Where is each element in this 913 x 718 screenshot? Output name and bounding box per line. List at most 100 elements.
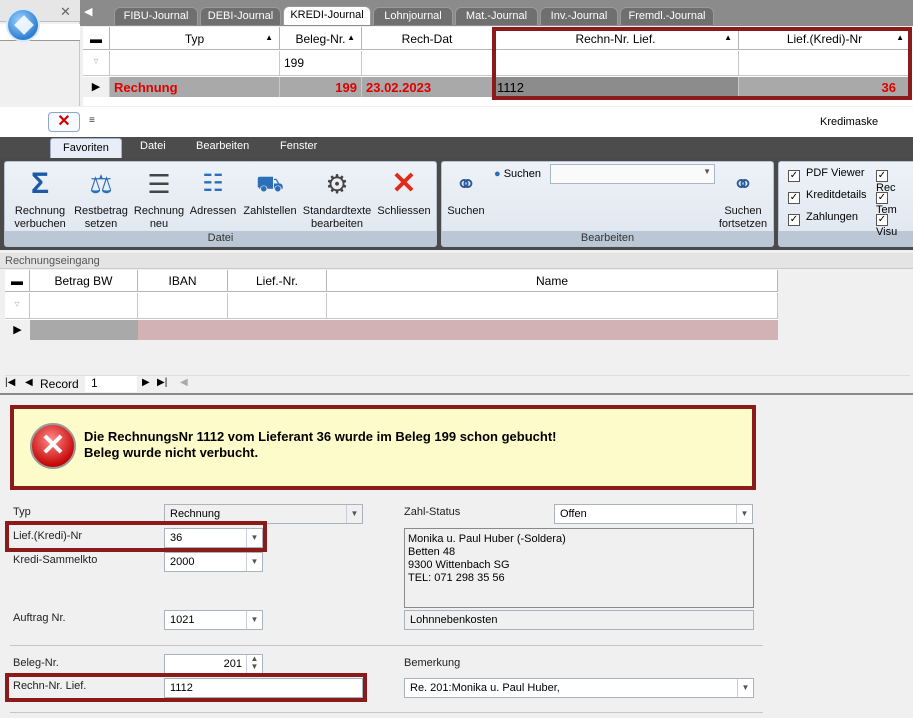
col-header-name[interactable]: Name — [327, 270, 778, 292]
close-x-icon: ✕ — [391, 167, 417, 200]
record-navigator: |◀ ◀ Record 1 ▶ ▶| ◀ — [5, 375, 910, 392]
schliessen-button[interactable]: ✕ Schliessen — [373, 166, 435, 218]
error-text: Die RechnungsNr 1112 vom Lieferant 36 wu… — [84, 429, 556, 461]
ribbon-tab-favoriten[interactable]: Favoriten — [50, 138, 122, 158]
col-header-beleg[interactable]: Beleg-Nr. ▲ — [280, 27, 362, 50]
error-line-1: Die RechnungsNr 1112 vom Lieferant 36 wu… — [84, 429, 557, 444]
cell-rech-dat[interactable]: 23.02.2023 — [362, 77, 493, 97]
filter-lief-nr[interactable] — [228, 293, 327, 319]
cell-row-rest[interactable] — [138, 320, 778, 340]
filter-iban[interactable] — [138, 293, 228, 319]
adressen-button[interactable]: ☷ Adressen — [187, 166, 239, 218]
truck-icon: ⛟ — [256, 171, 284, 196]
suchen-button[interactable]: ⚭ Suchen — [444, 166, 488, 218]
address-line: TEL: 071 298 35 56 — [408, 572, 505, 584]
zahlstellen-button[interactable]: ⛟ Zahlstellen — [239, 166, 301, 218]
next-record-icon[interactable]: ▶ — [142, 377, 150, 388]
filter-rech-dat[interactable] — [362, 51, 493, 76]
checkbox-icon[interactable]: ✓ — [788, 192, 800, 204]
chevron-down-icon[interactable]: ▼ — [737, 679, 753, 697]
chevron-down-icon[interactable]: ▼ — [736, 505, 752, 523]
chevron-down-icon[interactable]: ▼ — [346, 505, 362, 523]
filter-name[interactable] — [327, 293, 778, 319]
chevron-down-icon[interactable]: ▼ — [246, 611, 262, 629]
grid-collapse-icon[interactable]: ▬ — [83, 27, 110, 50]
record-input[interactable]: 1 — [85, 376, 137, 392]
quick-close-icon[interactable]: ✕ — [48, 112, 80, 132]
chevron-down-icon[interactable]: ▼ — [703, 167, 711, 176]
tab-kredi-journal[interactable]: KREDI-Journal — [283, 6, 371, 25]
chk-visu[interactable]: ✓Visu — [876, 211, 913, 238]
col-header-typ[interactable]: Typ ▲ — [110, 27, 280, 50]
spinner-icon[interactable]: ▲ ▼ — [246, 655, 262, 673]
suchen-fortsetzen-button[interactable]: ⚭ Suchen fortsetzen — [712, 166, 774, 231]
filter-betrag[interactable] — [30, 293, 138, 319]
tab-fremdl-journal[interactable]: Fremdl.-Journal — [620, 7, 714, 25]
standardtexte-button[interactable]: ⚙ Standardtexte bearbeiten — [301, 166, 373, 231]
close-icon[interactable]: ✕ — [60, 4, 71, 20]
row-indicator-icon[interactable]: ▶ — [5, 320, 30, 340]
grid-collapse-icon[interactable]: ▬ — [5, 270, 30, 292]
col-header-lief-nr[interactable]: Lief.-Nr. — [228, 270, 327, 292]
tab-debi-journal[interactable]: DEBI-Journal — [200, 7, 281, 25]
col-header-rech-dat[interactable]: Rech-Dat — [362, 27, 493, 50]
row-indicator-icon[interactable]: ▶ — [83, 77, 110, 97]
adressen-label: Adressen — [189, 205, 237, 217]
checkbox-icon[interactable]: ✓ — [788, 214, 800, 226]
suchen-fortsetzen-label: Suchen fortsetzen — [718, 205, 768, 230]
chk-pdf-viewer[interactable]: ✓ PDF Viewer — [788, 167, 864, 182]
ribbon-body: Σ Rechnung verbuchen ⚖ Restbetrag setzen… — [0, 158, 913, 250]
col-header-iban[interactable]: IBAN — [138, 270, 228, 292]
tab-inv-journal[interactable]: Inv.-Journal — [540, 7, 618, 25]
cell-typ[interactable]: Rechnung — [110, 77, 280, 97]
chk-zahlungen[interactable]: ✓ Zahlungen — [788, 211, 858, 226]
highlight-lief — [5, 521, 267, 552]
binoculars-icon: ⚭ — [455, 169, 477, 199]
beleg-stepper[interactable]: 201 ▲ ▼ — [164, 654, 263, 674]
sort-asc-icon: ▲ — [265, 33, 273, 42]
standardtexte-label: Standardtexte bearbeiten — [302, 205, 372, 230]
rechnung-verbuchen-button[interactable]: Σ Rechnung verbuchen — [9, 166, 71, 231]
tab-scroll-left-icon[interactable]: ◀ — [84, 5, 92, 18]
scroll-left-icon[interactable]: ◀ — [180, 377, 188, 388]
document-icon: ☰ — [147, 169, 171, 199]
scale-icon: ⚖ — [89, 169, 113, 199]
bemerkung-combo[interactable]: Re. 201:Monika u. Paul Huber, ▼ — [404, 678, 754, 698]
chk-kredidetails[interactable]: ✓ Kreditdetails — [788, 189, 867, 204]
rechnung-neu-button[interactable]: ☰ Rechnung neu — [131, 166, 187, 231]
restbetrag-setzen-button[interactable]: ⚖ Restbetrag setzen — [71, 166, 131, 231]
cell-betrag[interactable] — [30, 320, 138, 340]
chevron-down-icon[interactable]: ▼ — [246, 553, 262, 571]
tab-fibu-journal[interactable]: FIBU-Journal — [114, 7, 198, 25]
zahlstatus-combo[interactable]: Offen ▼ — [554, 504, 753, 524]
sammelkto-combo[interactable]: 2000 ▼ — [164, 552, 263, 572]
journal-tabstrip: ◀ FIBU-Journal DEBI-Journal KREDI-Journa… — [80, 0, 913, 26]
tab-mat-journal[interactable]: Mat.-Journal — [455, 7, 538, 25]
quick-access-more-icon[interactable]: ≡ — [89, 115, 95, 126]
error-message: ✕ Die RechnungsNr 1112 vom Lieferant 36 … — [10, 405, 756, 490]
app-menu-icon[interactable] — [6, 8, 40, 42]
checkbox-icon[interactable]: ✓ — [788, 170, 800, 182]
search-label: ● Suchen — [494, 168, 541, 180]
auftrag-combo[interactable]: 1021 ▼ — [164, 610, 263, 630]
tab-lohnjournal[interactable]: Lohnjournal — [373, 7, 453, 25]
ribbon-tab-fenster[interactable]: Fenster — [280, 140, 317, 152]
search-combo[interactable]: ▼ — [550, 164, 715, 184]
first-record-icon[interactable]: |◀ — [5, 377, 15, 388]
user-icon: ● — [494, 168, 501, 180]
ribbon-tab-datei[interactable]: Datei — [140, 140, 166, 152]
filter-beleg[interactable]: 199 — [280, 51, 362, 76]
ribbon-group-datei-label: Datei — [5, 231, 436, 246]
checkbox-icon[interactable]: ✓ — [876, 214, 888, 226]
filter-typ[interactable] — [110, 51, 280, 76]
checkbox-icon[interactable]: ✓ — [876, 170, 888, 182]
separator — [0, 393, 913, 395]
last-record-icon[interactable]: ▶| — [157, 377, 167, 388]
col-header-rech-dat-label: Rech-Dat — [401, 32, 453, 46]
prev-record-icon[interactable]: ◀ — [25, 377, 33, 388]
col-header-betrag[interactable]: Betrag BW — [30, 270, 138, 292]
ribbon-tab-bearbeiten[interactable]: Bearbeiten — [196, 140, 249, 152]
rechnungseingang-grid: ▬ Betrag BW IBAN Lief.-Nr. Name ▿ ▶ — [5, 270, 778, 340]
checkbox-icon[interactable]: ✓ — [876, 192, 888, 204]
cell-beleg[interactable]: 199 — [280, 77, 362, 97]
